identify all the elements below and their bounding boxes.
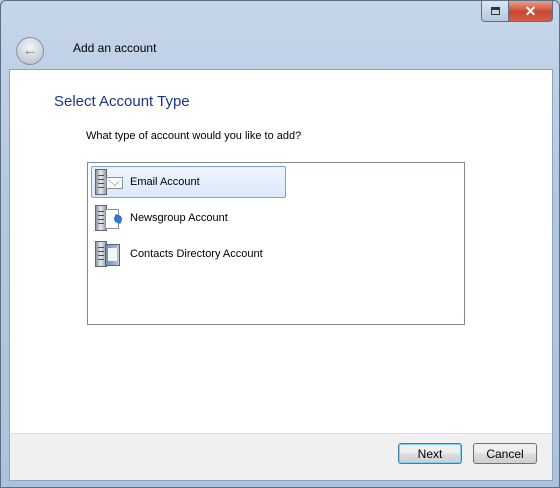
restore-button[interactable] xyxy=(481,1,509,22)
back-button[interactable]: ← xyxy=(16,37,44,65)
account-type-label: Newsgroup Account xyxy=(130,212,228,224)
title-bar[interactable]: ✕ xyxy=(1,1,559,33)
add-account-wizard-window: ✕ ← Add an account Select Account Type W… xyxy=(0,0,560,488)
account-type-email[interactable]: Email Account xyxy=(91,166,286,198)
account-type-label: Contacts Directory Account xyxy=(130,248,263,260)
cancel-button[interactable]: Cancel xyxy=(473,443,537,464)
account-type-question: What type of account would you like to a… xyxy=(86,130,302,142)
account-type-newsgroup[interactable]: Newsgroup Account xyxy=(91,202,286,234)
wizard-title: Add an account xyxy=(73,41,157,55)
wizard-content: Select Account Type What type of account… xyxy=(9,69,553,434)
restore-icon xyxy=(490,7,500,15)
page-heading: Select Account Type xyxy=(54,93,190,110)
directory-server-icon xyxy=(92,239,126,269)
close-button[interactable]: ✕ xyxy=(509,1,553,22)
caption-buttons: ✕ xyxy=(481,1,553,22)
back-arrow-icon: ← xyxy=(22,41,38,59)
account-type-contacts-directory[interactable]: Contacts Directory Account xyxy=(91,238,286,270)
email-server-icon xyxy=(92,167,126,197)
account-type-list[interactable]: Email Account Newsgroup Account Contacts… xyxy=(87,162,465,325)
newsgroup-server-icon xyxy=(92,203,126,233)
wizard-footer: Next Cancel xyxy=(9,433,553,481)
close-icon: ✕ xyxy=(524,2,537,19)
account-type-label: Email Account xyxy=(130,176,200,188)
next-button[interactable]: Next xyxy=(398,443,462,464)
